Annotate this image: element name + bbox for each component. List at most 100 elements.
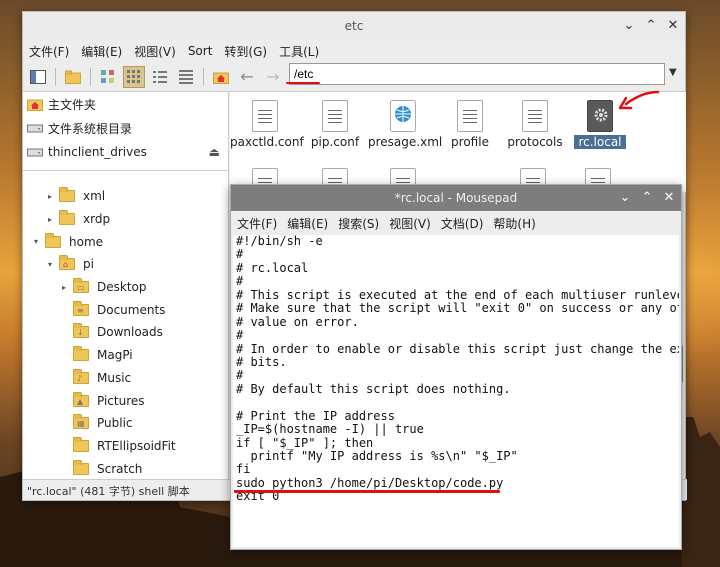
close-icon[interactable]: ✕: [667, 19, 679, 32]
window-title: etc: [344, 19, 364, 33]
tree-item-label: pi: [83, 257, 94, 272]
tree-item-1[interactable]: ▸ xrdp: [23, 208, 228, 231]
view-list-button[interactable]: [175, 66, 197, 88]
expand-arrow-icon[interactable]: ▸: [45, 215, 55, 224]
tree-item-label: Downloads: [97, 325, 163, 340]
file-label: presage.xml: [368, 135, 443, 149]
tree-item-9[interactable]: ▲ Pictures: [23, 389, 228, 412]
tree-item-3[interactable]: ▾ ⌂ pi: [23, 253, 228, 276]
arrow-left-icon: ←: [240, 67, 254, 86]
sidebar-toggle-button[interactable]: [27, 66, 49, 88]
file-label: paxctld.conf: [230, 135, 304, 149]
annotation-underline: [286, 82, 320, 84]
toolbar-separator: [55, 67, 56, 86]
maximize-icon[interactable]: ⌃: [641, 191, 653, 204]
new-tab-button[interactable]: [62, 66, 84, 88]
tree-item-5[interactable]: ≡ Documents: [23, 298, 228, 321]
annotation-underline: [234, 490, 500, 493]
toolbar-separator: [203, 67, 204, 86]
path-input[interactable]: [289, 63, 665, 85]
menu-view[interactable]: 视图(V): [389, 215, 431, 232]
sidebar: 主文件夹 文件系统根目录 thinclient_drives ⏏ ▸ xml ▸ xr…: [23, 92, 229, 481]
collapse-arrow-icon[interactable]: ▾: [31, 237, 41, 246]
tree-item-label: home: [69, 234, 104, 249]
path-dropdown-icon[interactable]: ▼: [669, 67, 677, 78]
editor-line: _IP=$(hostname -I) || true: [236, 422, 424, 437]
eject-icon[interactable]: ⏏: [209, 145, 220, 159]
tree-item-4[interactable]: ▸ ▭ Desktop: [23, 276, 228, 299]
home-folder-icon: [213, 72, 229, 84]
tree-item-6[interactable]: ↓ Downloads: [23, 321, 228, 344]
menu-go[interactable]: 转到(G): [224, 43, 267, 60]
file-item[interactable]: profile: [435, 96, 505, 149]
back-button[interactable]: ←: [236, 66, 258, 88]
thumbnail-view-icon: [127, 69, 140, 83]
minimize-icon[interactable]: ⌄: [619, 191, 631, 204]
mousepad-window: *rc.local - Mousepad ⌄ ⌃ ✕ 文件(F) 编辑(E) 搜…: [230, 184, 682, 550]
tree-item-label: Documents: [97, 302, 166, 317]
editor-line: printf "My IP address is %s\n" "$_IP": [236, 449, 518, 463]
editor-line: #: [236, 368, 244, 383]
file-item[interactable]: protocols: [500, 96, 570, 149]
folder-icon: [73, 436, 89, 452]
menu-help[interactable]: 帮助(H): [493, 215, 535, 232]
menu-document[interactable]: 文档(D): [441, 215, 484, 232]
menu-file[interactable]: 文件(F): [237, 215, 277, 232]
pictures-folder-icon: ▲: [73, 391, 89, 407]
toolbar-separator: [90, 67, 91, 86]
tree-item-11[interactable]: RTEllipsoidFit: [23, 435, 228, 458]
tree-item-10[interactable]: ▦ Public: [23, 412, 228, 435]
file-item[interactable]: paxctld.conf: [230, 96, 304, 149]
menu-search[interactable]: 搜索(S): [338, 215, 379, 232]
menu-edit[interactable]: 编辑(E): [81, 43, 122, 60]
desktop-folder-icon: ▭: [73, 278, 89, 294]
editor-line: if [ "$_IP" ]; then: [236, 435, 374, 450]
tree-item-7[interactable]: MagPi: [23, 344, 228, 367]
view-compact-button[interactable]: [149, 66, 171, 88]
file-manager-titlebar[interactable]: etc ⌄ ⌃ ✕: [23, 12, 685, 40]
gear-file-icon: [587, 100, 613, 132]
places-item-thinclient[interactable]: thinclient_drives ⏏: [23, 140, 228, 164]
list-view-icon: [179, 69, 193, 84]
editor-line: # value on error.: [236, 314, 359, 329]
menu-file[interactable]: 文件(F): [29, 43, 69, 60]
folder-icon: [73, 459, 89, 475]
tree-item-label: MagPi: [97, 348, 133, 363]
view-thumbnails-button[interactable]: [123, 65, 145, 88]
menu-view[interactable]: 视图(V): [134, 43, 176, 60]
forward-button[interactable]: →: [262, 66, 284, 88]
editor-line: # Print the IP address: [236, 408, 395, 423]
menu-tools[interactable]: 工具(L): [279, 43, 319, 60]
menu-edit[interactable]: 编辑(E): [287, 215, 328, 232]
view-icons-button[interactable]: [97, 66, 119, 88]
places-label: 主文件夹: [48, 97, 97, 112]
editor-line: sudo python3 /home/pi/Desktop/code.py: [236, 475, 504, 490]
tree-item-8[interactable]: ♪ Music: [23, 367, 228, 390]
mousepad-titlebar[interactable]: *rc.local - Mousepad ⌄ ⌃ ✕: [231, 185, 681, 211]
collapse-arrow-icon[interactable]: ▾: [45, 260, 55, 269]
minimize-icon[interactable]: ⌄: [623, 19, 635, 32]
close-icon[interactable]: ✕: [663, 191, 675, 204]
expand-arrow-icon[interactable]: ▸: [45, 192, 55, 201]
maximize-icon[interactable]: ⌃: [645, 19, 657, 32]
tree-item-12[interactable]: Scratch: [23, 457, 228, 480]
file-item[interactable]: presage.xml: [368, 96, 442, 149]
tree-item-0[interactable]: ▸ xml: [23, 185, 228, 208]
tree-item-label: Desktop: [97, 280, 147, 295]
editor-line: #: [236, 328, 244, 343]
new-folder-tab-icon: [65, 70, 81, 84]
home-button[interactable]: [210, 66, 232, 88]
sidebar-toggle-icon: [30, 69, 46, 84]
text-editor[interactable]: #!/bin/sh -e # # rc.local # # This script is…: [233, 235, 679, 547]
public-folder-icon: ▦: [73, 414, 89, 430]
file-label: protocols: [507, 135, 563, 149]
expand-arrow-icon[interactable]: ▸: [59, 283, 69, 292]
file-item[interactable]: pip.conf: [300, 96, 370, 149]
places-item-home[interactable]: 主文件夹: [23, 92, 228, 116]
menu-sort[interactable]: Sort: [188, 44, 213, 58]
tree-item-2[interactable]: ▾ home: [23, 230, 228, 253]
globe-file-icon: [390, 100, 416, 132]
file-label: pip.conf: [310, 135, 360, 149]
places-item-filesystem[interactable]: 文件系统根目录: [23, 116, 228, 140]
tree-item-label: Pictures: [97, 393, 145, 408]
